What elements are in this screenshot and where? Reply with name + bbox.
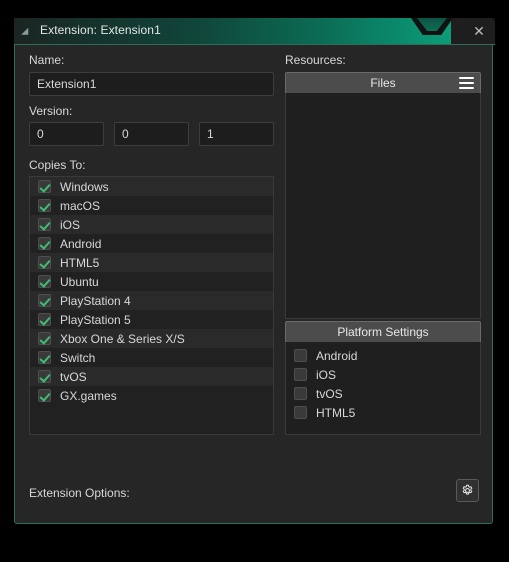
platform-settings-header-label: Platform Settings (337, 325, 429, 339)
platform-setting-item-checkbox[interactable] (294, 368, 307, 381)
files-header-label: Files (370, 76, 396, 90)
platform-setting-item-label: Android (316, 348, 358, 363)
version-build-input[interactable] (199, 122, 274, 146)
platform-setting-item-checkbox[interactable] (294, 406, 307, 419)
copies-to-item-row[interactable]: PlayStation 4 (30, 291, 273, 310)
extension-properties-window: Extension: Extension1 ✕ Name: Version: C… (14, 18, 495, 526)
platform-setting-item-label: tvOS (316, 386, 343, 401)
copies-to-item-label: HTML5 (60, 255, 100, 270)
copies-to-item-row[interactable]: tvOS (30, 367, 273, 386)
copies-to-item-checkbox[interactable] (38, 370, 51, 383)
copies-to-item-row[interactable]: Switch (30, 348, 273, 367)
name-label: Name: (29, 53, 65, 67)
platform-setting-item-row[interactable]: tvOS (286, 384, 480, 403)
hamburger-menu-icon[interactable] (459, 77, 474, 90)
copies-to-item-label: PlayStation 5 (60, 312, 131, 327)
copies-to-list[interactable]: Windows macOS iOS Android HTML5 Ubuntu PlaySta… (29, 176, 274, 435)
copies-to-item-label: Switch (60, 350, 96, 365)
copies-to-item-checkbox[interactable] (38, 389, 51, 402)
copies-to-item-label: tvOS (60, 369, 87, 384)
platform-setting-item-label: HTML5 (316, 405, 356, 420)
platform-setting-item-checkbox[interactable] (294, 387, 307, 400)
copies-to-item-row[interactable]: macOS (30, 196, 273, 215)
copies-to-item-checkbox[interactable] (38, 351, 51, 364)
copies-to-label: Copies To: (29, 158, 86, 172)
copies-to-item-checkbox[interactable] (38, 237, 51, 250)
copies-to-item-checkbox[interactable] (38, 256, 51, 269)
copies-to-item-label: PlayStation 4 (60, 293, 131, 308)
platform-setting-item-row[interactable]: HTML5 (286, 403, 480, 422)
copies-to-item-checkbox[interactable] (38, 218, 51, 231)
window-title: Extension: Extension1 (40, 23, 161, 37)
copies-to-item-label: iOS (60, 217, 81, 232)
gear-icon[interactable] (456, 479, 479, 502)
copies-to-item-row[interactable]: PlayStation 5 (30, 310, 273, 329)
copies-to-item-row[interactable]: Windows (30, 177, 273, 196)
files-header[interactable]: Files (285, 72, 481, 94)
copies-to-item-checkbox[interactable] (38, 332, 51, 345)
copies-to-item-label: Android (60, 236, 102, 251)
platform-setting-item-checkbox[interactable] (294, 349, 307, 362)
copies-to-item-label: Xbox One & Series X/S (60, 331, 185, 346)
platform-settings-header[interactable]: Platform Settings (285, 321, 481, 343)
copies-to-item-row[interactable]: Xbox One & Series X/S (30, 329, 273, 348)
gear-glyph (462, 484, 473, 495)
copies-to-item-label: GX.games (60, 388, 117, 403)
name-input[interactable] (29, 72, 274, 96)
copies-to-item-row[interactable]: iOS (30, 215, 273, 234)
copies-to-item-row[interactable]: Ubuntu (30, 272, 273, 291)
platform-setting-item-label: iOS (316, 367, 337, 382)
copies-to-item-row[interactable]: GX.games (30, 386, 273, 405)
copies-to-item-checkbox[interactable] (38, 275, 51, 288)
version-label: Version: (29, 104, 73, 118)
platform-settings-list[interactable]: Android iOS tvOS HTML5 (285, 342, 481, 435)
copies-to-item-label: Ubuntu (60, 274, 99, 289)
version-minor-input[interactable] (114, 122, 189, 146)
resources-label: Resources: (285, 53, 346, 67)
files-list[interactable] (285, 93, 481, 319)
copies-to-item-label: Windows (60, 179, 109, 194)
copies-to-item-checkbox[interactable] (38, 199, 51, 212)
copies-to-item-checkbox[interactable] (38, 294, 51, 307)
version-major-input[interactable] (29, 122, 104, 146)
close-icon[interactable]: ✕ (471, 23, 487, 39)
platform-setting-item-row[interactable]: Android (286, 346, 480, 365)
platform-setting-item-row[interactable]: iOS (286, 365, 480, 384)
window-titlebar: Extension: Extension1 ✕ (14, 18, 495, 45)
extension-options-label: Extension Options: (29, 486, 130, 500)
copies-to-item-row[interactable]: Android (30, 234, 273, 253)
copies-to-item-row[interactable]: HTML5 (30, 253, 273, 272)
window-body: Name: Version: Copies To: Windows macOS iO… (14, 45, 493, 524)
copies-to-item-label: macOS (60, 198, 101, 213)
copies-to-item-checkbox[interactable] (38, 180, 51, 193)
copies-to-item-checkbox[interactable] (38, 313, 51, 326)
